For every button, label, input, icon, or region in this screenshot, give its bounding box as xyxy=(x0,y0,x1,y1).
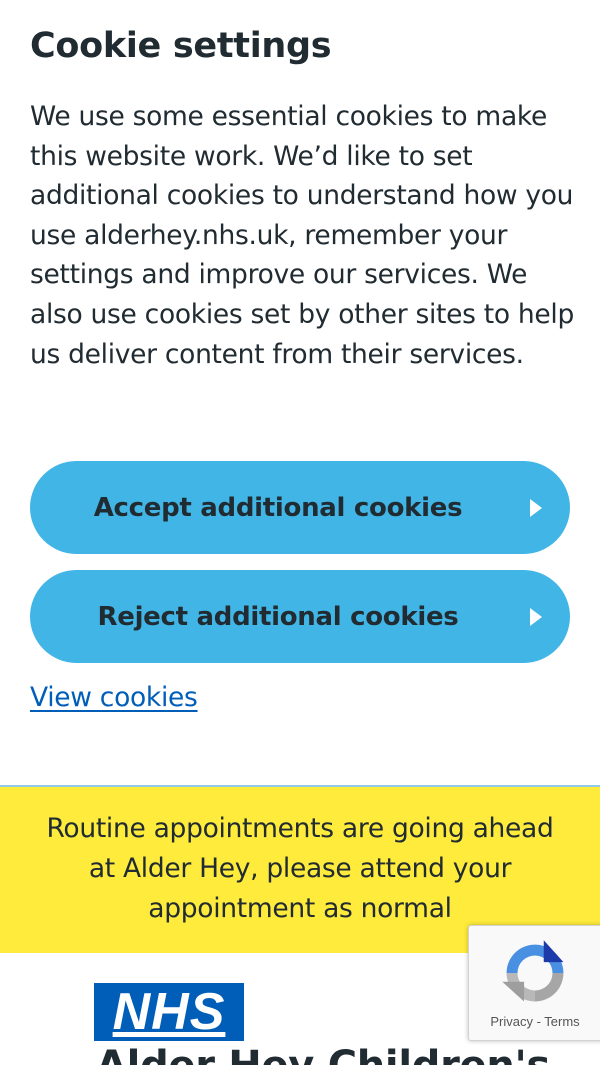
recaptcha-terms-link[interactable]: Terms xyxy=(544,1014,579,1029)
cookie-banner-description: We use some essential cookies to make th… xyxy=(30,101,574,370)
view-cookies-link[interactable]: View cookies xyxy=(30,678,198,718)
recaptcha-badge[interactable]: Privacy - Terms xyxy=(468,925,600,1041)
cookie-banner: Cookie settings We use some essential co… xyxy=(0,0,600,786)
accept-cookies-label: Accept additional cookies xyxy=(93,492,463,523)
arrow-right-icon xyxy=(530,498,542,517)
accept-cookies-button[interactable]: Accept additional cookies xyxy=(30,461,570,554)
cookie-banner-title: Cookie settings xyxy=(30,26,332,66)
page: Cookie settings We use some essential co… xyxy=(0,0,600,1065)
organisation-name: Alder Hey Children's xyxy=(96,1043,550,1065)
alert-message: Routine appointments are going ahead at … xyxy=(46,813,554,924)
nhs-logo[interactable]: NHS xyxy=(94,983,244,1041)
nhs-logo-text: NHS xyxy=(112,983,226,1041)
reject-cookies-label: Reject additional cookies xyxy=(97,601,459,632)
recaptcha-privacy-link[interactable]: Privacy xyxy=(490,1014,533,1029)
recaptcha-separator: - xyxy=(532,1014,545,1029)
recaptcha-icon xyxy=(502,940,564,1002)
reject-cookies-button[interactable]: Reject additional cookies xyxy=(30,570,570,663)
arrow-right-icon xyxy=(530,607,542,626)
recaptcha-links: Privacy - Terms xyxy=(469,1014,600,1029)
